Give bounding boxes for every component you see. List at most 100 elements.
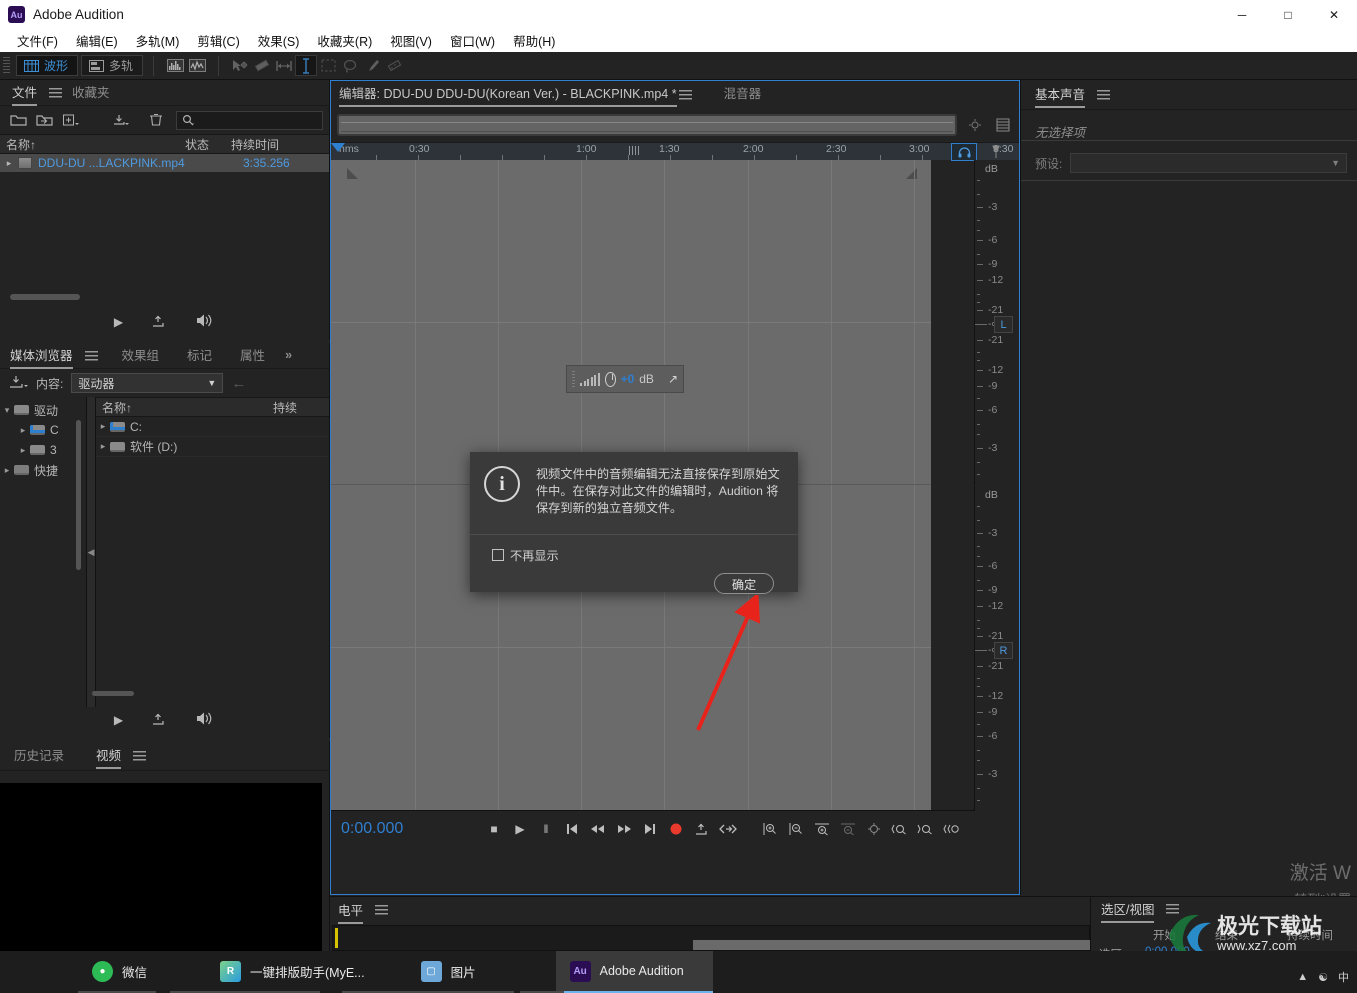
waveform-channel-left[interactable] bbox=[331, 160, 931, 485]
files-search-input[interactable] bbox=[176, 111, 323, 130]
tree-item-c-drive[interactable]: ▸ C bbox=[0, 420, 86, 440]
zoom-full-icon[interactable] bbox=[861, 817, 887, 841]
zoom-to-selection-in-icon[interactable] bbox=[887, 817, 913, 841]
zoom-fit-icon[interactable] bbox=[965, 114, 985, 136]
files-auto-play-icon[interactable] bbox=[195, 313, 215, 331]
timeline-ruler[interactable]: hms 0:30 1:00 1:30 2:00 2:30 3:00 3:30 bbox=[331, 142, 1019, 160]
maximize-button[interactable]: □ bbox=[1265, 0, 1311, 29]
tree-item-shortcuts[interactable]: ▸ 快捷 bbox=[0, 460, 86, 480]
chevron-right-icon[interactable]: ▸ bbox=[0, 465, 14, 476]
paintbrush-selection-icon[interactable] bbox=[361, 55, 383, 76]
menu-file[interactable]: 文件(F) bbox=[8, 29, 67, 52]
media-content-select[interactable]: 驱动器 ▼ bbox=[71, 373, 223, 393]
files-col-state[interactable]: 状态 bbox=[185, 136, 231, 153]
text-cursor-tool-icon[interactable] bbox=[295, 55, 317, 76]
list-item[interactable]: ▸ C: bbox=[96, 417, 329, 437]
loop-playback-button[interactable] bbox=[689, 817, 715, 841]
chevron-right-icon[interactable]: ▸ bbox=[16, 425, 30, 436]
chevron-down-icon[interactable]: ▾ bbox=[0, 405, 14, 416]
spectral-pitch-icon[interactable] bbox=[186, 55, 208, 76]
menu-help[interactable]: 帮助(H) bbox=[504, 29, 564, 52]
move-tool-icon[interactable] bbox=[229, 55, 251, 76]
taskbar-item-photos[interactable]: ▢ 图片 bbox=[407, 951, 490, 993]
tab-effects-rack[interactable]: 效果组 bbox=[122, 342, 170, 369]
tab-history[interactable]: 历史记录 bbox=[14, 742, 74, 769]
level-panel-menu-icon[interactable] bbox=[375, 905, 388, 915]
tab-markers[interactable]: 标记 bbox=[187, 342, 222, 369]
headphones-monitor-icon[interactable] bbox=[951, 143, 977, 161]
taskbar-item-typesetting[interactable]: R 一键排版助手(MyE... bbox=[206, 951, 379, 993]
tab-favorites[interactable]: 收藏夹 bbox=[72, 79, 120, 106]
gain-knob-icon[interactable] bbox=[605, 372, 616, 387]
marquee-selection-icon[interactable] bbox=[317, 55, 339, 76]
chevron-right-icon[interactable]: ▸ bbox=[16, 445, 30, 456]
skip-to-start-button[interactable] bbox=[559, 817, 585, 841]
timecode-display[interactable]: 0:00.000 bbox=[331, 820, 481, 838]
skip-to-end-button[interactable] bbox=[637, 817, 663, 841]
import-file-icon[interactable] bbox=[32, 109, 56, 131]
files-insert-icon[interactable] bbox=[151, 314, 167, 331]
media-back-icon[interactable]: ← bbox=[231, 375, 246, 392]
tree-item-d-drive[interactable]: ▸ 3 bbox=[0, 440, 86, 460]
widget-grip-icon[interactable] bbox=[572, 371, 575, 387]
files-col-name[interactable]: 名称↑ bbox=[0, 136, 185, 153]
lasso-selection-icon[interactable] bbox=[339, 55, 361, 76]
zoom-out-amplitude-icon[interactable] bbox=[783, 817, 809, 841]
channel-badge-right[interactable]: R bbox=[994, 642, 1013, 659]
channel-badge-left[interactable]: L bbox=[994, 316, 1013, 333]
dont-show-again-checkbox[interactable] bbox=[492, 549, 504, 561]
playhead-marker[interactable] bbox=[331, 143, 345, 152]
ime-icon[interactable]: 中 bbox=[1338, 969, 1349, 985]
waveform-view-button[interactable]: 波形 bbox=[16, 55, 78, 76]
tab-selection-view[interactable]: 选区/视图 bbox=[1101, 896, 1164, 923]
zoom-in-amplitude-icon[interactable] bbox=[757, 817, 783, 841]
zoom-out-time-icon[interactable] bbox=[835, 817, 861, 841]
layout-icon[interactable] bbox=[993, 114, 1013, 136]
video-preview[interactable] bbox=[0, 783, 322, 951]
table-row[interactable]: ▸ DDU-DU ...LACKPINK.mp4 3:35.256 bbox=[0, 154, 329, 172]
list-item[interactable]: ▸ 软件 (D:) bbox=[96, 437, 329, 457]
chevron-right-icon[interactable]: ▸ bbox=[96, 441, 110, 452]
zoom-to-selection-out-icon[interactable] bbox=[913, 817, 939, 841]
tab-video[interactable]: 视频 bbox=[96, 742, 131, 769]
media-import-icon[interactable] bbox=[8, 374, 28, 393]
menu-window[interactable]: 窗口(W) bbox=[441, 29, 504, 52]
tab-mixer[interactable]: 混音器 bbox=[724, 83, 762, 107]
media-tree-vertical-scrollbar[interactable] bbox=[76, 420, 81, 570]
play-button[interactable]: ▶ bbox=[507, 817, 533, 841]
pause-button[interactable]: ‖ bbox=[533, 817, 559, 841]
tab-levels[interactable]: 电平 bbox=[338, 897, 373, 924]
tab-media-browser[interactable]: 媒体浏览器 bbox=[10, 342, 83, 369]
zoom-selection-icon[interactable] bbox=[939, 817, 965, 841]
tree-item-drives[interactable]: ▾ 驱动 bbox=[0, 400, 86, 420]
toolbar-grip-icon[interactable] bbox=[3, 57, 10, 75]
media-panel-more-button[interactable]: » bbox=[285, 345, 302, 367]
ok-button[interactable]: 确定 bbox=[714, 573, 774, 594]
menu-multitrack[interactable]: 多轨(M) bbox=[127, 29, 189, 52]
channel-handle-left-icon[interactable] bbox=[347, 168, 358, 179]
essential-sound-menu-icon[interactable] bbox=[1097, 90, 1110, 100]
files-col-duration[interactable]: 持续时间 bbox=[231, 136, 329, 153]
level-meter[interactable] bbox=[332, 925, 1090, 951]
expand-arrow-icon[interactable]: ▸ bbox=[0, 158, 18, 169]
menu-favorites[interactable]: 收藏夹(R) bbox=[308, 29, 381, 52]
slip-tool-icon[interactable] bbox=[251, 55, 273, 76]
stop-button[interactable]: ■ bbox=[481, 817, 507, 841]
menu-clip[interactable]: 剪辑(C) bbox=[188, 29, 248, 52]
media-panel-menu-icon[interactable] bbox=[85, 351, 98, 361]
files-panel-menu-icon[interactable] bbox=[49, 88, 62, 98]
media-auto-play-icon[interactable] bbox=[195, 711, 215, 729]
tab-files[interactable]: 文件 bbox=[12, 79, 47, 106]
menu-effects[interactable]: 效果(S) bbox=[249, 29, 309, 52]
new-file-icon[interactable] bbox=[58, 109, 82, 131]
media-splitter[interactable]: ◀ bbox=[86, 397, 96, 707]
video-panel-menu-icon[interactable] bbox=[133, 751, 146, 761]
media-insert-icon[interactable] bbox=[151, 712, 167, 729]
fast-forward-button[interactable] bbox=[611, 817, 637, 841]
tray-expand-icon[interactable]: ▲ bbox=[1297, 971, 1308, 983]
minimize-button[interactable]: ─ bbox=[1219, 0, 1265, 29]
channel-handle-right-icon[interactable] bbox=[906, 168, 917, 179]
media-horizontal-scrollbar[interactable] bbox=[92, 691, 134, 696]
media-play-icon[interactable]: ▶ bbox=[114, 713, 123, 727]
taskbar-item-audition[interactable]: Au Adobe Audition bbox=[556, 951, 713, 993]
